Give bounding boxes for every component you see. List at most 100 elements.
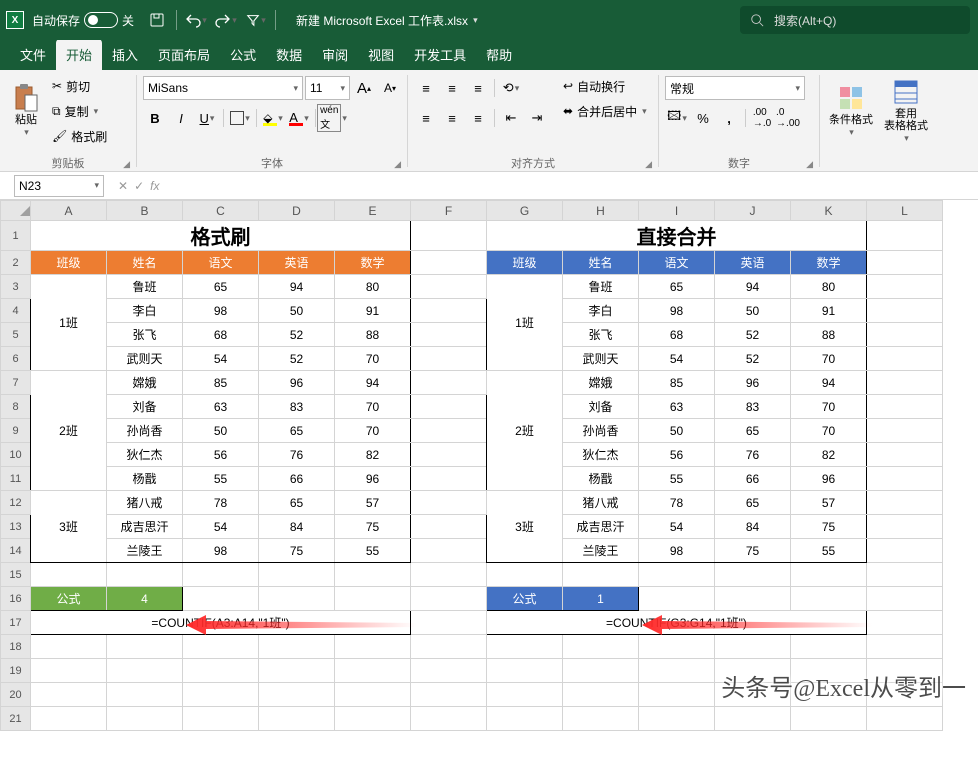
cell[interactable]: 2班 xyxy=(31,371,107,491)
cell[interactable] xyxy=(715,635,791,659)
row-header[interactable]: 6 xyxy=(1,347,31,371)
align-middle-button[interactable]: ≡ xyxy=(440,76,464,100)
cell[interactable]: 80 xyxy=(791,275,867,299)
cell[interactable]: 3班 xyxy=(487,491,563,563)
autosave-toggle[interactable]: 自动保存 关 xyxy=(32,12,134,29)
cell[interactable] xyxy=(31,659,107,683)
increase-decimal-button[interactable]: .00→.0 xyxy=(750,106,774,130)
cell[interactable]: 98 xyxy=(639,539,715,563)
cell[interactable] xyxy=(867,707,943,731)
cell[interactable] xyxy=(487,707,563,731)
cell[interactable] xyxy=(867,563,943,587)
cell[interactable]: 65 xyxy=(259,491,335,515)
cell[interactable] xyxy=(487,635,563,659)
cell[interactable] xyxy=(259,683,335,707)
row-header[interactable]: 12 xyxy=(1,491,31,515)
cell[interactable] xyxy=(183,635,259,659)
document-title[interactable]: 新建 Microsoft Excel 工作表.xlsx ▾ xyxy=(296,12,478,29)
fx-icon[interactable]: fx xyxy=(150,179,159,193)
cell[interactable]: 57 xyxy=(335,491,411,515)
cell[interactable]: 76 xyxy=(259,443,335,467)
cell[interactable]: 兰陵王 xyxy=(107,539,183,563)
cell[interactable]: 54 xyxy=(183,515,259,539)
row-header[interactable]: 19 xyxy=(1,659,31,683)
cell[interactable] xyxy=(867,635,943,659)
cell[interactable]: 55 xyxy=(639,467,715,491)
spreadsheet-grid[interactable]: A B C D E F G H I J K L 1 格式刷 直接合并 2班级姓名… xyxy=(0,200,978,731)
cell[interactable] xyxy=(259,635,335,659)
cell[interactable]: 鲁班 xyxy=(107,275,183,299)
row-header[interactable]: 14 xyxy=(1,539,31,563)
row-header[interactable]: 21 xyxy=(1,707,31,731)
cell[interactable] xyxy=(411,659,487,683)
cell[interactable]: 公式 xyxy=(31,587,107,611)
cell[interactable] xyxy=(107,635,183,659)
cell[interactable] xyxy=(563,635,639,659)
cell[interactable]: 85 xyxy=(639,371,715,395)
cell[interactable]: 94 xyxy=(715,275,791,299)
chevron-down-icon[interactable]: ▾ xyxy=(24,128,29,138)
cell[interactable]: 1班 xyxy=(31,275,107,371)
cell[interactable]: 80 xyxy=(335,275,411,299)
cell[interactable]: 公式 xyxy=(487,587,563,611)
row-header[interactable]: 2 xyxy=(1,251,31,275)
cell[interactable]: 55 xyxy=(791,539,867,563)
cell[interactable]: 98 xyxy=(183,539,259,563)
cell[interactable]: 50 xyxy=(639,419,715,443)
redo-button[interactable]: ▾ xyxy=(215,9,237,31)
cell[interactable]: 4 xyxy=(107,587,183,611)
cell[interactable]: 54 xyxy=(183,347,259,371)
col-header[interactable]: A xyxy=(31,201,107,221)
cell[interactable] xyxy=(563,563,639,587)
cell[interactable]: 78 xyxy=(183,491,259,515)
cell[interactable]: 格式刷 xyxy=(31,221,411,251)
tab-file[interactable]: 文件 xyxy=(10,39,56,70)
cell[interactable]: 84 xyxy=(259,515,335,539)
cell[interactable] xyxy=(107,563,183,587)
formula-input[interactable] xyxy=(165,175,978,197)
cell[interactable]: 刘备 xyxy=(563,395,639,419)
cell[interactable]: 1班 xyxy=(487,275,563,371)
cell[interactable] xyxy=(715,707,791,731)
cell[interactable]: 3班 xyxy=(31,491,107,563)
row-header[interactable]: 11 xyxy=(1,467,31,491)
cell[interactable]: 96 xyxy=(259,371,335,395)
cell[interactable] xyxy=(563,707,639,731)
cell[interactable] xyxy=(335,563,411,587)
cell[interactable]: 96 xyxy=(791,467,867,491)
cell[interactable] xyxy=(107,707,183,731)
cell[interactable]: 52 xyxy=(715,347,791,371)
cell[interactable]: 96 xyxy=(335,467,411,491)
row-header[interactable]: 3 xyxy=(1,275,31,299)
cell[interactable]: 刘备 xyxy=(107,395,183,419)
cell[interactable] xyxy=(639,683,715,707)
wrap-text-button[interactable]: ↩自动换行 xyxy=(559,75,651,97)
cell[interactable]: 76 xyxy=(715,443,791,467)
cell[interactable] xyxy=(411,563,487,587)
row-header[interactable]: 17 xyxy=(1,611,31,635)
cell[interactable] xyxy=(31,707,107,731)
cell[interactable] xyxy=(791,707,867,731)
font-name-select[interactable]: MiSans▾ xyxy=(143,76,303,100)
col-header[interactable]: B xyxy=(107,201,183,221)
cell[interactable]: 68 xyxy=(639,323,715,347)
cell[interactable]: 李白 xyxy=(563,299,639,323)
row-header[interactable]: 8 xyxy=(1,395,31,419)
cell[interactable]: 94 xyxy=(335,371,411,395)
cell[interactable] xyxy=(183,683,259,707)
cell[interactable]: 68 xyxy=(183,323,259,347)
cell[interactable]: 85 xyxy=(183,371,259,395)
cell[interactable] xyxy=(183,563,259,587)
col-header[interactable]: D xyxy=(259,201,335,221)
tab-developer[interactable]: 开发工具 xyxy=(404,39,476,70)
cell[interactable]: 94 xyxy=(791,371,867,395)
align-center-button[interactable]: ≡ xyxy=(440,106,464,130)
cell[interactable]: 70 xyxy=(791,419,867,443)
cell[interactable] xyxy=(31,635,107,659)
decrease-decimal-button[interactable]: .0→.00 xyxy=(776,106,800,130)
cell[interactable] xyxy=(107,683,183,707)
col-header[interactable]: I xyxy=(639,201,715,221)
cell[interactable]: 50 xyxy=(183,419,259,443)
tab-formulas[interactable]: 公式 xyxy=(220,39,266,70)
cell[interactable]: 张飞 xyxy=(107,323,183,347)
